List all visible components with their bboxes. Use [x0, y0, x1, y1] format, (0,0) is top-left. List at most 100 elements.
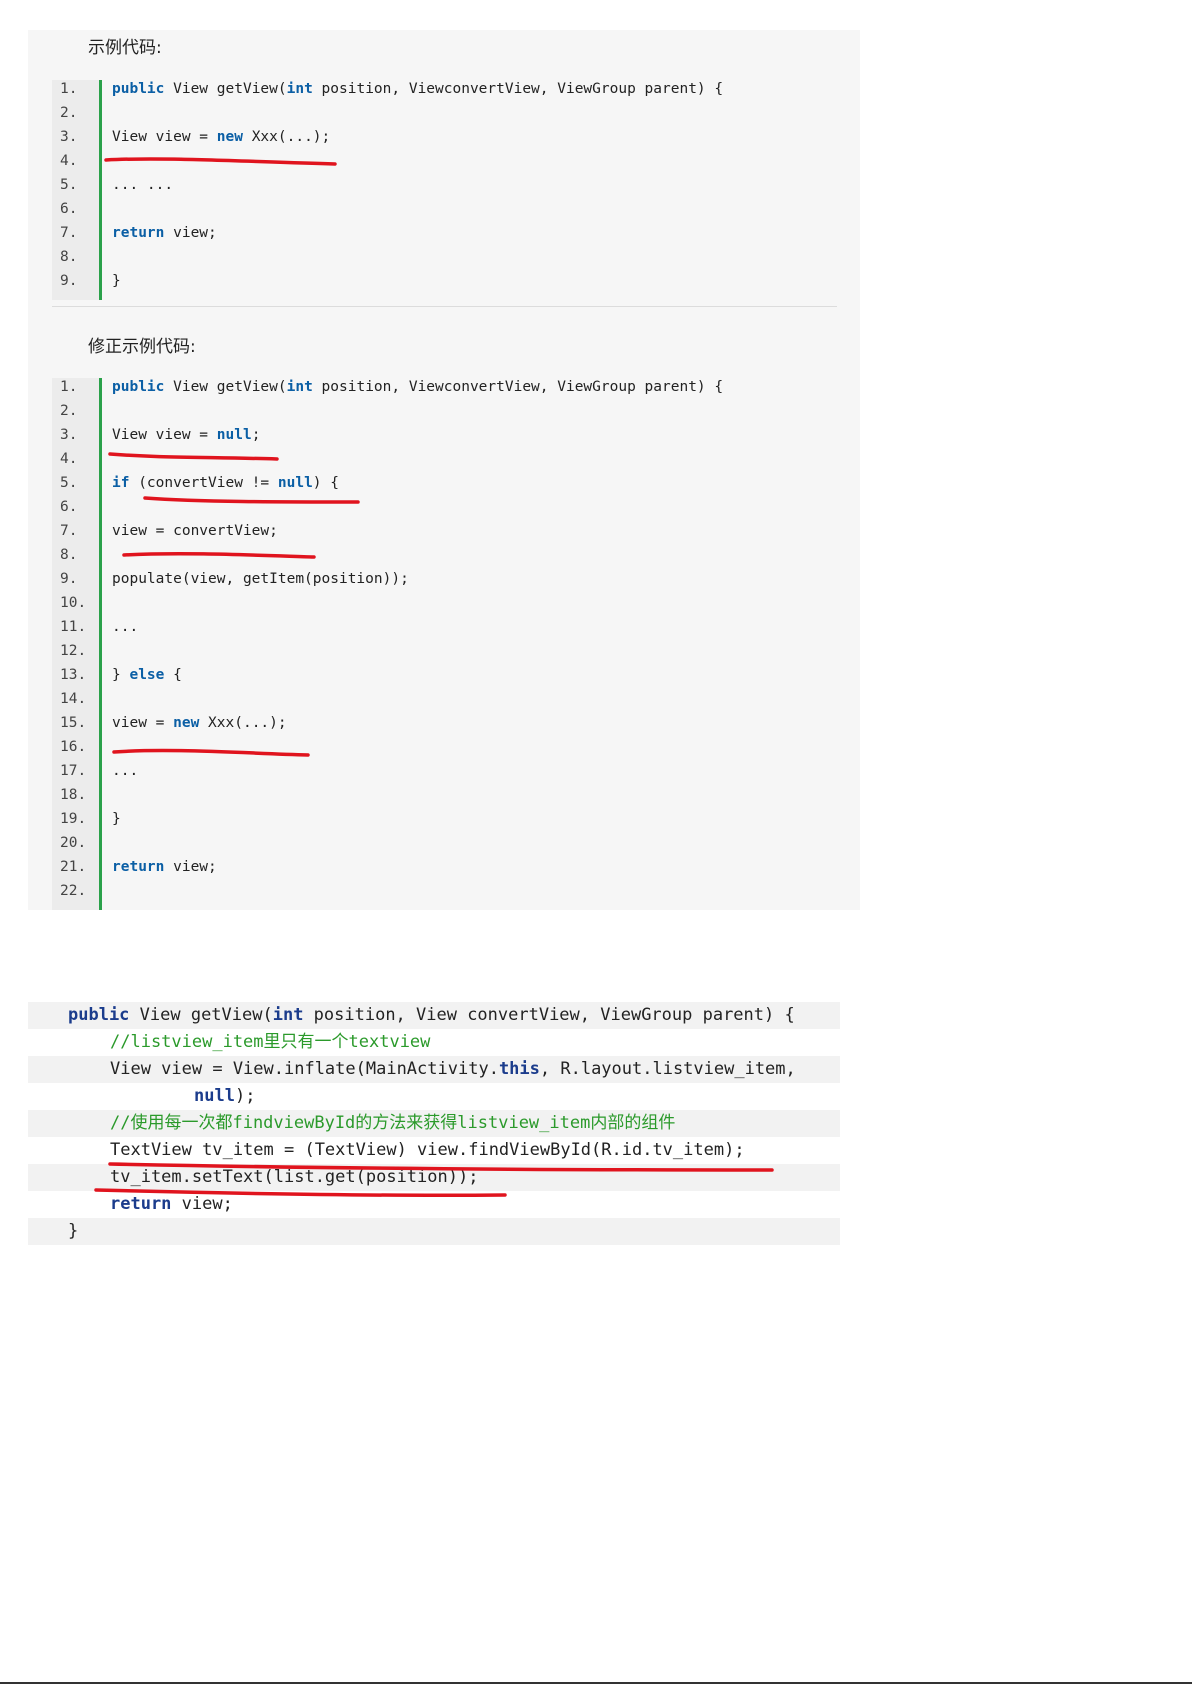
code-line: 6. — [52, 197, 837, 221]
code-text: } — [112, 273, 121, 289]
code-block-2: 1. public View getView(int position, View… — [52, 378, 837, 910]
keyword: new — [173, 715, 200, 731]
code-line: 5. ... ... — [52, 173, 837, 197]
code-text: { — [164, 667, 182, 683]
line-number: 15. — [60, 715, 87, 731]
code-line: 15. view = new Xxx(...); — [52, 711, 837, 735]
keyword: public — [68, 1005, 130, 1025]
line-number: 1. — [60, 379, 78, 395]
line-code: //listview_item里只有一个textview — [110, 1029, 430, 1056]
code-text: (convertView != — [129, 475, 278, 491]
code-text: position, ViewconvertView, ViewGroup par… — [312, 81, 724, 97]
line-number: 1. — [60, 81, 78, 97]
code-line: } — [28, 1218, 840, 1245]
code-text: , R.layout.listview_item, — [539, 1059, 796, 1079]
code-text: Xxx(...); — [199, 715, 287, 731]
line-number: 3. — [60, 129, 78, 145]
code-text: View getView( — [129, 1005, 273, 1025]
code-line: public View getView(int position, View c… — [28, 1002, 840, 1029]
line-code: return view; — [112, 855, 217, 879]
keyword: return — [112, 859, 165, 875]
section2-caption: 修正示例代码: — [88, 337, 196, 357]
line-code: //使用每一次都findviewById的方法来获得listview_item内… — [110, 1110, 675, 1137]
line-number: 7. — [60, 523, 78, 539]
code-text: position, View convertView, ViewGroup pa… — [303, 1005, 795, 1025]
keyword: public — [112, 81, 165, 97]
line-number: 16. — [60, 739, 87, 755]
line-number: 22. — [60, 883, 87, 899]
code-line: 11.... — [52, 615, 837, 639]
code-line: 14. — [52, 687, 837, 711]
code-line: 18. — [52, 783, 837, 807]
line-number: 4. — [60, 153, 78, 169]
line-number: 13. — [60, 667, 87, 683]
keyword: null — [216, 427, 252, 443]
code-line: 4. — [52, 447, 837, 471]
keyword: int — [286, 379, 313, 395]
code-text: View getView( — [164, 379, 287, 395]
line-number: 21. — [60, 859, 87, 875]
code-comment: //listview_item里只有一个textview — [110, 1032, 431, 1052]
line-number: 10. — [60, 595, 87, 611]
code-line: return view; — [28, 1191, 840, 1218]
line-number: 8. — [60, 547, 78, 563]
line-number: 9. — [60, 273, 78, 289]
code-line: 3. View view = null; — [52, 423, 837, 447]
line-number: 8. — [60, 249, 78, 265]
keyword: new — [216, 129, 243, 145]
line-number: 4. — [60, 451, 78, 467]
line-number: 5. — [60, 475, 78, 491]
code-text: View view = — [112, 427, 217, 443]
line-number: 20. — [60, 835, 87, 851]
keyword: int — [286, 81, 313, 97]
page-bottom-border — [0, 1682, 1192, 1684]
code-line: 16. — [52, 735, 837, 759]
line-code: view = new Xxx(...); — [112, 711, 287, 735]
keyword: if — [112, 475, 130, 491]
line-number: 2. — [60, 105, 78, 121]
code-line: TextView tv_item = (TextView) view.findV… — [28, 1137, 840, 1164]
line-code: null); — [194, 1083, 255, 1110]
line-code: } — [112, 807, 121, 831]
code-text: } — [112, 811, 121, 827]
code-text: View getView( — [164, 81, 287, 97]
code-block-1: 1. public View getView(int position, View… — [52, 80, 837, 300]
line-code: populate(view, getItem(position)); — [112, 567, 409, 591]
line-code: TextView tv_item = (TextView) view.findV… — [110, 1137, 745, 1164]
ide-code-block: public View getView(int position, View c… — [28, 1002, 840, 1245]
code-text: ); — [234, 1086, 256, 1106]
code-text: view = — [112, 715, 174, 731]
code-text: ; — [251, 427, 261, 443]
code-line: null); — [28, 1083, 840, 1110]
line-code: } — [68, 1218, 78, 1245]
code-line: 7. return view; — [52, 221, 837, 245]
line-code: View view = View.inflate(MainActivity.th… — [110, 1056, 796, 1083]
code-text: view; — [171, 1194, 233, 1214]
line-number: 5. — [60, 177, 78, 193]
code-line: 2. — [52, 101, 837, 125]
line-number: 19. — [60, 811, 87, 827]
code-text: TextView tv_item = (TextView) view.findV… — [110, 1140, 745, 1160]
code-text: ... — [112, 763, 139, 779]
code-text: } — [112, 667, 130, 683]
code-line: 5. if (convertView != null) { — [52, 471, 837, 495]
line-number: 3. — [60, 427, 78, 443]
code-text: Xxx(...); — [242, 129, 331, 145]
line-code: return view; — [110, 1191, 233, 1218]
line-code: View view = new Xxx(...); — [112, 125, 330, 149]
code-text: ... — [112, 619, 139, 635]
code-text: ) { — [312, 475, 339, 491]
code-line: 3. View view = new Xxx(...); — [52, 125, 837, 149]
line-code: view = convertView; — [112, 519, 278, 543]
code-text: position, ViewconvertView, ViewGroup par… — [312, 379, 724, 395]
code-text: view; — [164, 859, 217, 875]
line-number: 12. — [60, 643, 87, 659]
code-line: 22. — [52, 879, 837, 903]
line-number: 11. — [60, 619, 87, 635]
line-code: ... — [112, 615, 138, 639]
line-code: public View getView(int position, Viewco… — [112, 77, 723, 101]
line-code: ... — [112, 759, 138, 783]
keyword: this — [498, 1059, 540, 1079]
line-number: 2. — [60, 403, 78, 419]
line-code: public View getView(int position, View c… — [68, 1002, 795, 1029]
